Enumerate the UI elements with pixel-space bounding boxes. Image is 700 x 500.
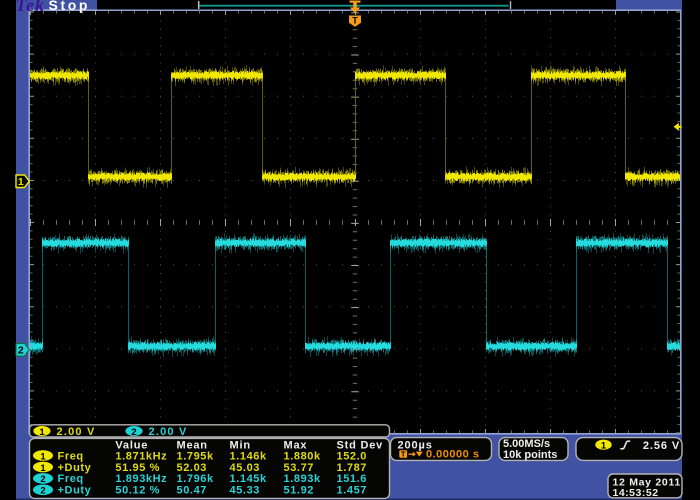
svg-text:152.0: 152.0 — [337, 450, 368, 462]
svg-text:2: 2 — [131, 427, 136, 438]
svg-text:52.03: 52.03 — [177, 462, 208, 474]
svg-text:45.03: 45.03 — [230, 462, 261, 474]
svg-text:1: 1 — [40, 451, 46, 462]
svg-text:2: 2 — [40, 486, 45, 497]
svg-text:+Duty: +Duty — [58, 485, 92, 497]
svg-text:50.47: 50.47 — [177, 485, 208, 497]
svg-text:Freq: Freq — [58, 473, 84, 485]
svg-text:51.95 %: 51.95 % — [115, 462, 160, 474]
svg-text:2.00 V: 2.00 V — [149, 426, 188, 438]
svg-text:53.77: 53.77 — [284, 462, 315, 474]
svg-text:2.00 V: 2.00 V — [57, 426, 96, 438]
svg-text:2.56 V: 2.56 V — [643, 440, 680, 452]
svg-text:1.796k: 1.796k — [177, 473, 215, 485]
svg-text:1.795k: 1.795k — [177, 450, 215, 462]
svg-text:1.145k: 1.145k — [230, 473, 268, 485]
svg-text:45.33: 45.33 — [230, 485, 261, 497]
svg-text:1.893kHz: 1.893kHz — [115, 473, 167, 485]
svg-text:50.12 %: 50.12 % — [115, 485, 160, 497]
svg-text:+Duty: +Duty — [58, 462, 92, 474]
svg-text:1: 1 — [601, 441, 607, 452]
svg-text:1.146k: 1.146k — [230, 450, 268, 462]
svg-text:T: T — [352, 16, 358, 26]
svg-text:0.00000 s: 0.00000 s — [426, 448, 479, 460]
svg-text:51.92: 51.92 — [284, 485, 315, 497]
svg-text:1.457: 1.457 — [337, 485, 368, 497]
svg-text:2: 2 — [18, 345, 24, 357]
svg-text:1: 1 — [18, 176, 24, 188]
svg-text:1: 1 — [39, 427, 45, 438]
svg-text:10k points: 10k points — [503, 449, 557, 461]
svg-text:1.787: 1.787 — [337, 462, 368, 474]
svg-text:1.893k: 1.893k — [284, 473, 322, 485]
svg-text:14:53:52: 14:53:52 — [613, 487, 659, 499]
svg-text:2: 2 — [40, 474, 45, 485]
svg-text:1.880k: 1.880k — [284, 450, 322, 462]
svg-text:1: 1 — [40, 463, 46, 474]
svg-text:T: T — [401, 450, 406, 459]
svg-text:1.871kHz: 1.871kHz — [115, 450, 167, 462]
svg-text:Freq: Freq — [58, 450, 84, 462]
svg-text:151.6: 151.6 — [337, 473, 368, 485]
